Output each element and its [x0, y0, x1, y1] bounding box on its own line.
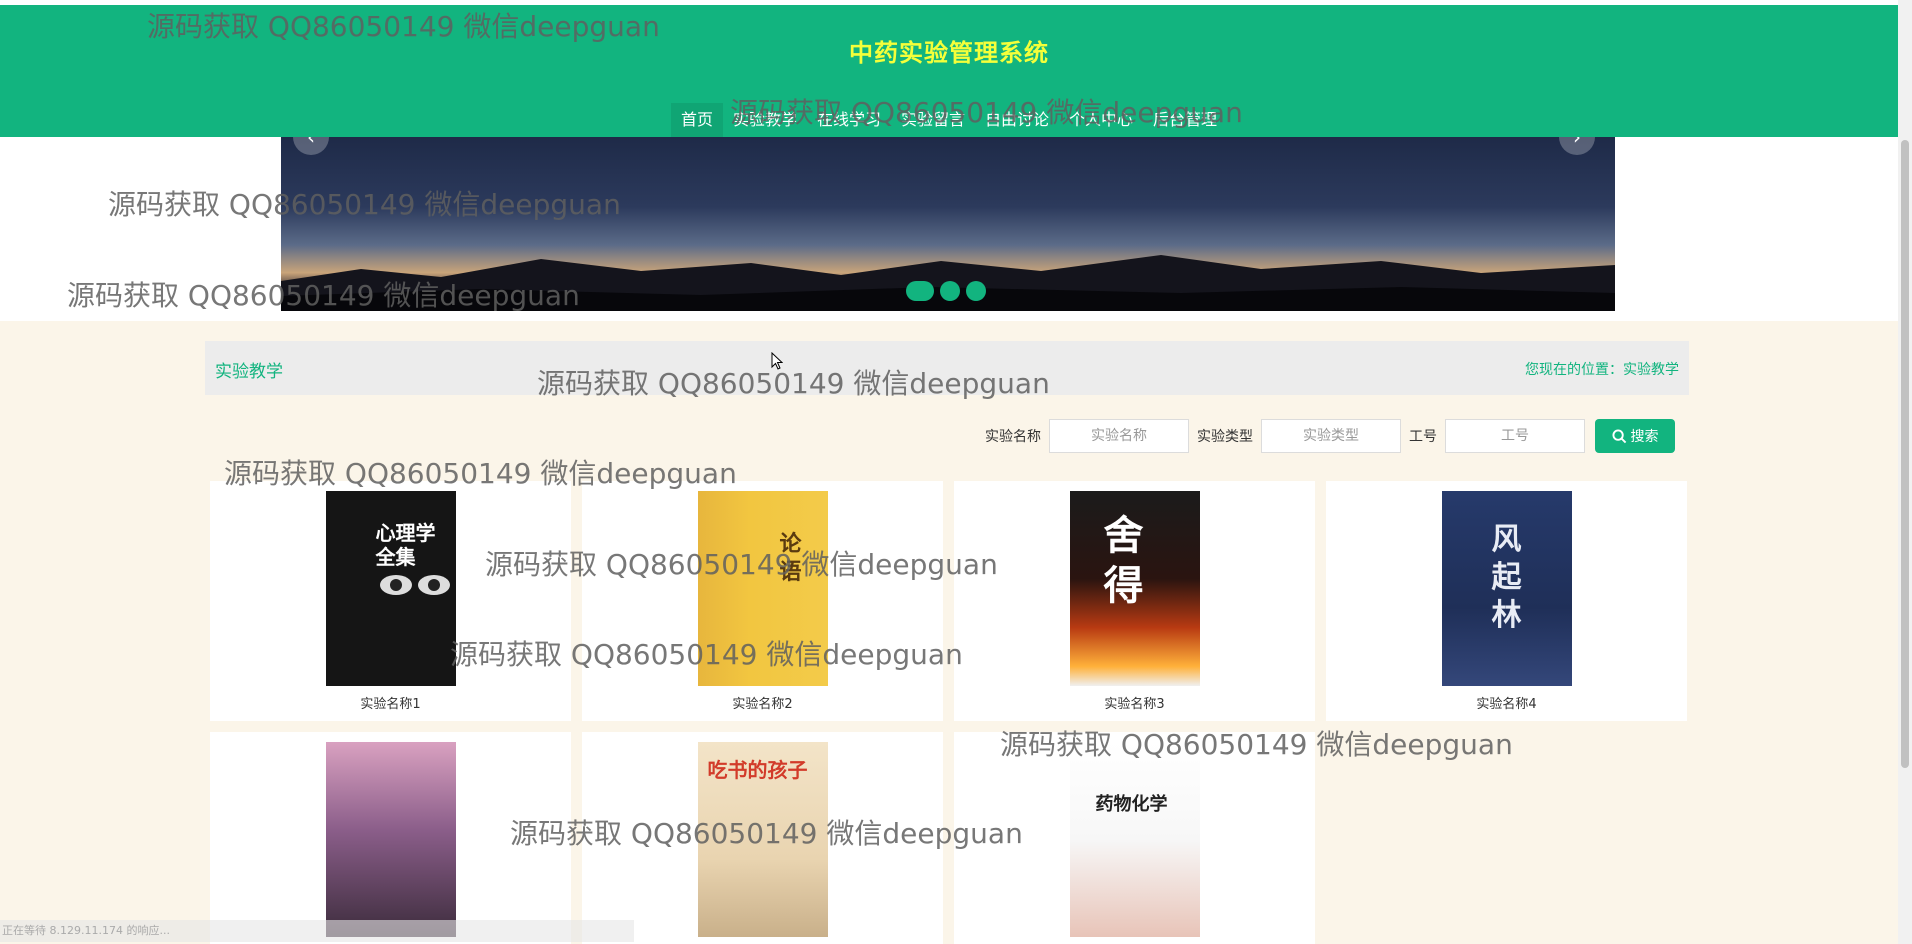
chevron-right-icon: › — [1573, 137, 1581, 149]
breadcrumb: 您现在的位置：实验教学 — [1525, 362, 1679, 378]
banner-carousel[interactable]: ‹ › — [281, 137, 1615, 311]
nav-item-home[interactable]: 首页 — [670, 103, 723, 137]
nav-item-experiment-teaching[interactable]: 实验教学 — [723, 103, 807, 137]
cover-title: 心理学全集 — [375, 521, 436, 569]
experiment-card[interactable]: 舍得 实验名称3 — [954, 481, 1315, 721]
search-button[interactable]: 搜索 — [1595, 419, 1675, 453]
page-scrollbar[interactable] — [1898, 0, 1912, 944]
search-form: 实验名称 实验类型 工号 搜索 — [985, 419, 1675, 453]
experiment-cover-image: 舍得 — [1069, 491, 1200, 686]
banner-dot-2[interactable] — [940, 281, 960, 301]
scrollbar-thumb[interactable] — [1901, 140, 1909, 768]
experiment-cover-image: 风起林 — [1441, 491, 1572, 686]
main-nav: 首页 实验教学 在线学习 实验留言 自由讨论 个人中心 后台管理 — [0, 103, 1898, 137]
experiment-name: 实验名称3 — [1104, 697, 1165, 712]
section-title: 实验教学 — [215, 362, 283, 382]
nav-item-online-learning[interactable]: 在线学习 — [807, 103, 891, 137]
section-header: 实验教学 您现在的位置：实验教学 — [205, 341, 1689, 395]
search-button-label: 搜索 — [1630, 428, 1659, 444]
eyes-illustration — [379, 575, 450, 595]
browser-status-bar: 正在等待 8.129.11.174 的响应... — [0, 920, 634, 942]
experiment-grid: 心理学全集 实验名称1 论语 实验名称2 舍得 实验名称3 风起林 实验名称4 … — [210, 481, 1687, 944]
cover-title: 吃书的孩子 — [707, 758, 808, 782]
experiment-name: 实验名称1 — [360, 697, 421, 712]
staff-id-input[interactable] — [1445, 419, 1585, 453]
experiment-name: 实验名称4 — [1476, 697, 1537, 712]
experiment-card[interactable]: 吃书的孩子 — [582, 732, 943, 944]
cover-title: 舍得 — [1103, 513, 1144, 609]
experiment-card[interactable]: 论语 实验名称2 — [582, 481, 943, 721]
experiment-cover-image: 心理学全集 — [325, 491, 456, 686]
experiment-name-input[interactable] — [1049, 419, 1189, 453]
experiment-card[interactable]: 药物化学 — [954, 732, 1315, 944]
nav-item-free-discussion[interactable]: 自由讨论 — [975, 103, 1059, 137]
chevron-left-icon: ‹ — [307, 137, 315, 149]
banner-dots — [906, 281, 986, 301]
banner-dot-1[interactable] — [906, 281, 934, 301]
staff-id-label: 工号 — [1409, 429, 1437, 445]
experiment-cover-image: 吃书的孩子 — [697, 742, 828, 937]
nav-item-personal-center[interactable]: 个人中心 — [1059, 103, 1143, 137]
page: 中药实验管理系统 首页 实验教学 在线学习 实验留言 自由讨论 个人中心 后台管… — [0, 0, 1898, 944]
cover-title: 药物化学 — [1095, 794, 1168, 815]
banner-dot-3[interactable] — [966, 281, 986, 301]
experiment-card[interactable]: 风起林 实验名称4 — [1326, 481, 1687, 721]
nav-item-experiment-messages[interactable]: 实验留言 — [891, 103, 975, 137]
experiment-card[interactable] — [210, 732, 571, 944]
content-area: 实验教学 您现在的位置：实验教学 实验名称 实验类型 工号 搜索 心理学全集 — [0, 321, 1898, 944]
nav-item-admin[interactable]: 后台管理 — [1143, 103, 1227, 137]
experiment-cover-image — [325, 742, 456, 937]
cover-title: 风起林 — [1491, 522, 1522, 633]
mouse-cursor-icon — [771, 352, 783, 370]
experiment-card[interactable]: 心理学全集 实验名称1 — [210, 481, 571, 721]
experiment-name-label: 实验名称 — [985, 429, 1041, 445]
search-icon — [1611, 428, 1626, 443]
cover-title: 论语 — [779, 532, 802, 585]
experiment-cover-image: 论语 — [697, 491, 828, 686]
experiment-name: 实验名称2 — [732, 697, 793, 712]
site-title: 中药实验管理系统 — [849, 39, 1049, 67]
experiment-cover-image: 药物化学 — [1069, 742, 1200, 937]
experiment-type-input[interactable] — [1261, 419, 1401, 453]
experiment-type-label: 实验类型 — [1197, 429, 1253, 445]
site-header: 中药实验管理系统 首页 实验教学 在线学习 实验留言 自由讨论 个人中心 后台管… — [0, 5, 1898, 137]
